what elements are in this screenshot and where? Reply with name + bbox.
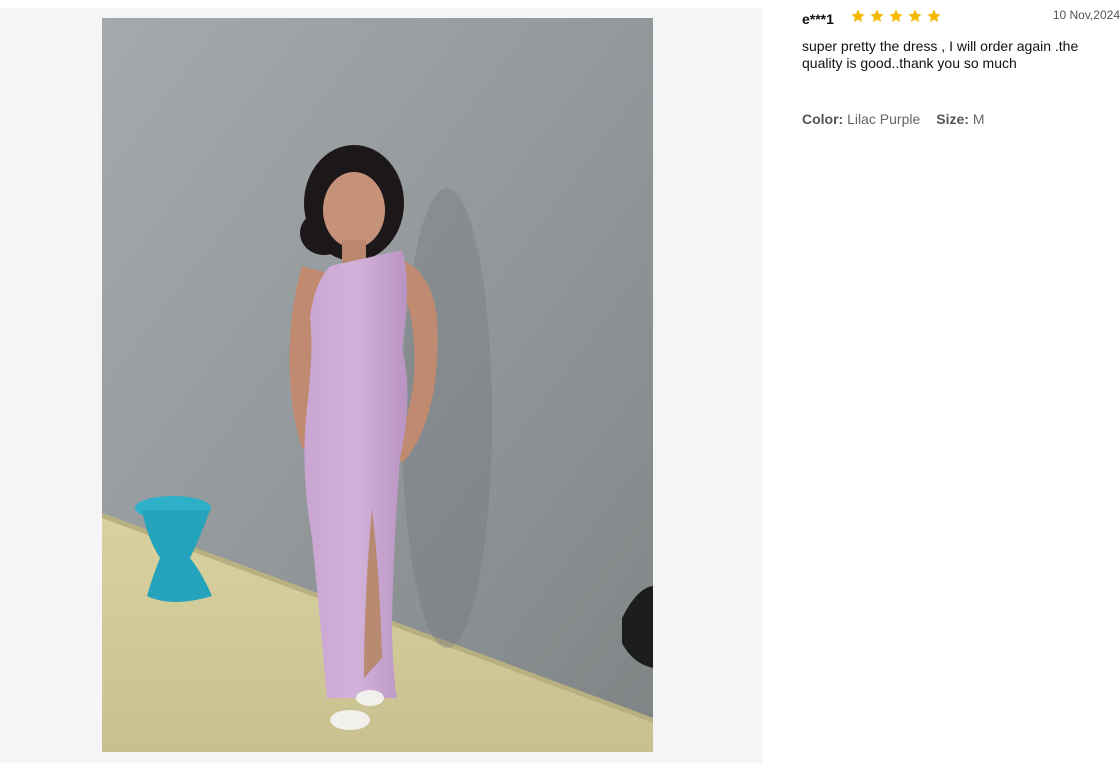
review-date: 10 Nov,2024 xyxy=(1052,8,1120,22)
review-photo[interactable] xyxy=(102,18,653,752)
size-label: Size: xyxy=(936,111,973,127)
review-photo-panel xyxy=(0,8,762,763)
size-value: M xyxy=(972,111,985,127)
star-icon xyxy=(889,9,903,23)
review-details-panel: e***1 10 Nov,2024 super pretty the dress… xyxy=(762,0,1120,763)
color-attribute: Color: Lilac Purple xyxy=(802,111,920,127)
reviewer-name: e***1 xyxy=(802,11,834,27)
review-attributes: Color: Lilac Purple Size: M xyxy=(802,111,985,127)
review-header: e***1 10 Nov,2024 xyxy=(802,8,1120,28)
color-label: Color: xyxy=(802,111,848,127)
color-value: Lilac Purple xyxy=(847,111,921,127)
star-icon xyxy=(908,9,922,23)
review-photo-image xyxy=(102,18,653,752)
star-icon xyxy=(851,9,865,23)
star-rating xyxy=(850,8,942,24)
size-attribute: Size: M xyxy=(936,111,984,127)
review-text: super pretty the dress , I will order ag… xyxy=(802,38,1079,71)
star-icon xyxy=(870,9,884,23)
star-icon xyxy=(927,9,941,23)
